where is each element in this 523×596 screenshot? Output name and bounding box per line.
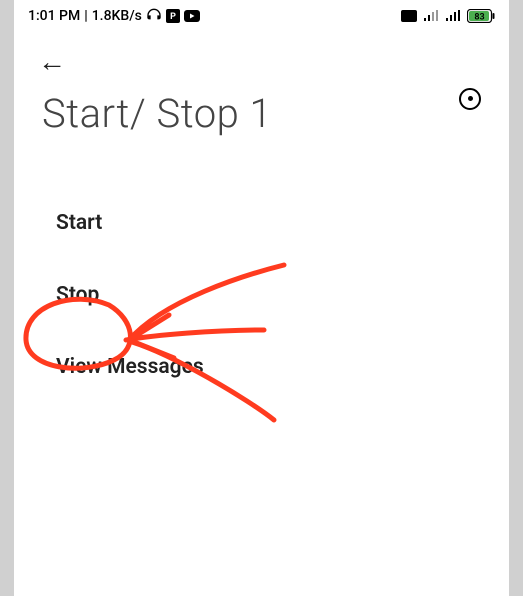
menu-item-view-messages[interactable]: View Messages [14, 331, 509, 403]
status-right: 83 [401, 9, 495, 23]
menu-item-label: Start [56, 211, 102, 235]
signal-icon-1 [423, 10, 439, 22]
signal-icon-2 [445, 10, 461, 22]
battery-level: 83 [474, 13, 484, 23]
menu-list: Start Stop View Messages [14, 137, 509, 403]
target-icon[interactable] [459, 88, 481, 110]
status-speed: 1.8KB/s [92, 8, 142, 24]
status-left: 1:01 PM | 1.8KB/s P [28, 8, 200, 24]
app-badge-icon: P [166, 9, 180, 23]
youtube-icon [184, 10, 200, 22]
menu-item-label: Stop [56, 283, 99, 307]
target-dot-icon [468, 96, 473, 101]
header-row: Start/ Stop 1 [14, 76, 509, 137]
battery-icon: 83 [467, 9, 495, 23]
menu-item-stop[interactable]: Stop [14, 259, 509, 331]
menu-item-label: View Messages [56, 355, 204, 379]
back-row: ← [14, 30, 509, 76]
back-arrow-icon[interactable]: ← [38, 45, 66, 78]
card-icon [401, 10, 417, 22]
page-title: Start/ Stop 1 [42, 90, 272, 137]
phone-screen: 1:01 PM | 1.8KB/s P [14, 0, 509, 596]
svg-text:P: P [170, 12, 176, 22]
status-time: 1:01 PM [28, 8, 80, 24]
status-divider: | [84, 8, 87, 24]
status-bar: 1:01 PM | 1.8KB/s P [14, 0, 509, 30]
menu-item-start[interactable]: Start [14, 187, 509, 259]
headphones-icon [146, 8, 162, 24]
